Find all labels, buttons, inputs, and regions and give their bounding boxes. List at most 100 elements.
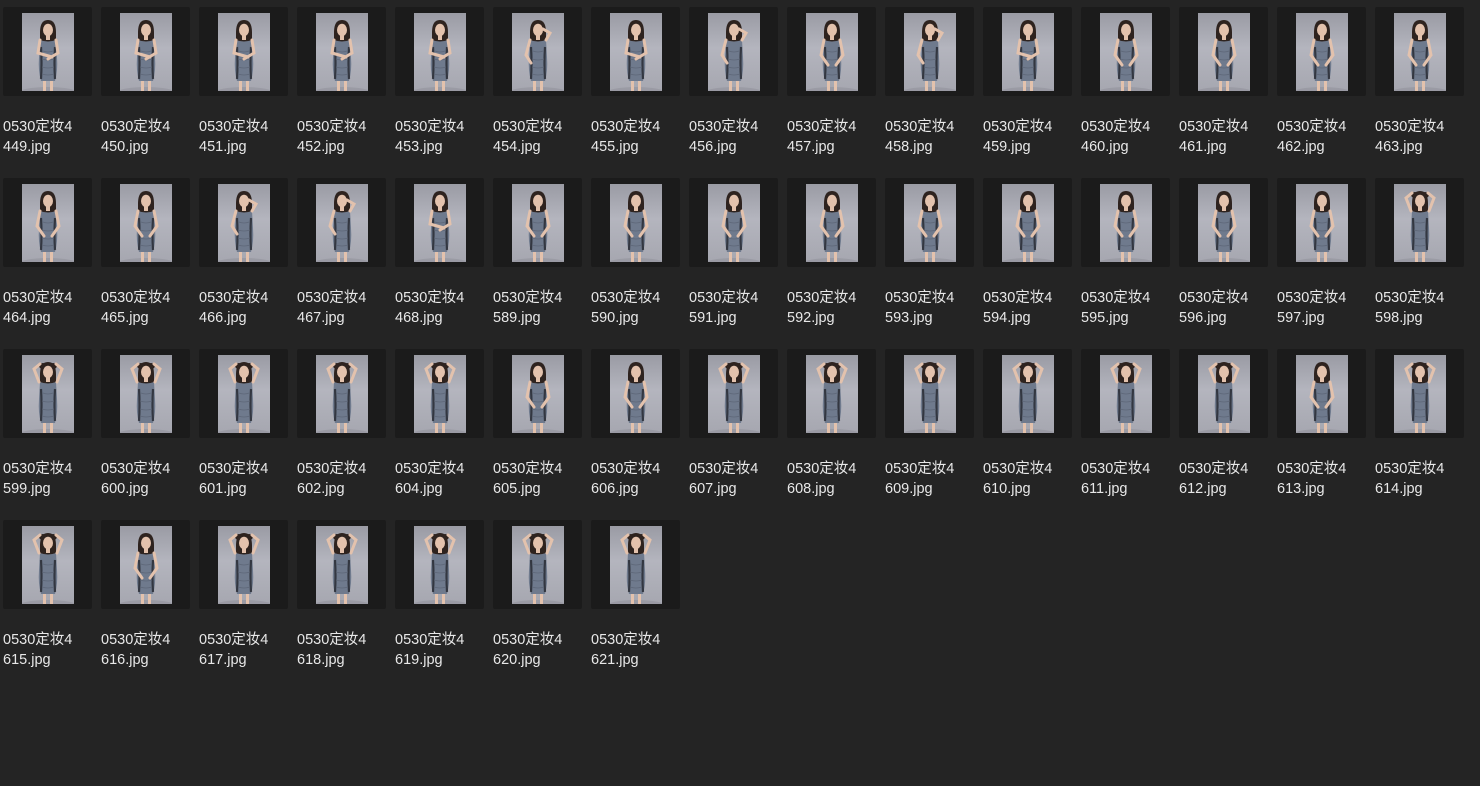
photo-thumbnail[interactable] (1295, 12, 1348, 91)
file-item[interactable]: 0530定妆4 616.jpg (101, 520, 190, 691)
file-name-label[interactable]: 0530定妆4 602.jpg (297, 460, 389, 499)
photo-thumbnail[interactable] (315, 354, 368, 433)
file-name-label[interactable]: 0530定妆4 464.jpg (3, 289, 95, 328)
file-name-label[interactable]: 0530定妆4 463.jpg (1375, 118, 1467, 157)
file-name-label[interactable]: 0530定妆4 449.jpg (3, 118, 95, 157)
file-item[interactable]: 0530定妆4 606.jpg (591, 349, 680, 520)
file-name-label[interactable]: 0530定妆4 589.jpg (493, 289, 585, 328)
file-name-label[interactable]: 0530定妆4 466.jpg (199, 289, 291, 328)
file-name-label[interactable]: 0530定妆4 453.jpg (395, 118, 487, 157)
file-name-label[interactable]: 0530定妆4 619.jpg (395, 631, 487, 670)
file-name-label[interactable]: 0530定妆4 459.jpg (983, 118, 1075, 157)
file-name-label[interactable]: 0530定妆4 592.jpg (787, 289, 879, 328)
file-thumbnail-frame[interactable] (101, 7, 190, 96)
file-thumbnail-frame[interactable] (199, 7, 288, 96)
file-thumbnail-frame[interactable] (1375, 349, 1464, 438)
file-name-label[interactable]: 0530定妆4 609.jpg (885, 460, 977, 499)
file-item[interactable]: 0530定妆4 611.jpg (1081, 349, 1170, 520)
file-thumbnail-frame[interactable] (689, 349, 778, 438)
file-thumbnail-frame[interactable] (3, 7, 92, 96)
file-item[interactable]: 0530定妆4 457.jpg (787, 7, 876, 178)
file-item[interactable]: 0530定妆4 466.jpg (199, 178, 288, 349)
photo-thumbnail[interactable] (217, 12, 270, 91)
file-thumbnail-frame[interactable] (493, 520, 582, 609)
photo-thumbnail[interactable] (805, 12, 858, 91)
file-thumbnail-frame[interactable] (297, 520, 386, 609)
photo-thumbnail[interactable] (1197, 183, 1250, 262)
file-thumbnail-frame[interactable] (787, 349, 876, 438)
file-thumbnail-frame[interactable] (787, 7, 876, 96)
photo-thumbnail[interactable] (119, 354, 172, 433)
photo-thumbnail[interactable] (511, 525, 564, 604)
file-thumbnail-frame[interactable] (3, 520, 92, 609)
file-item[interactable]: 0530定妆4 617.jpg (199, 520, 288, 691)
file-name-label[interactable]: 0530定妆4 621.jpg (591, 631, 683, 670)
photo-thumbnail[interactable] (511, 354, 564, 433)
file-item[interactable]: 0530定妆4 612.jpg (1179, 349, 1268, 520)
photo-thumbnail[interactable] (21, 183, 74, 262)
file-thumbnail-frame[interactable] (395, 178, 484, 267)
file-name-label[interactable]: 0530定妆4 590.jpg (591, 289, 683, 328)
file-item[interactable]: 0530定妆4 589.jpg (493, 178, 582, 349)
file-name-label[interactable]: 0530定妆4 604.jpg (395, 460, 487, 499)
file-name-label[interactable]: 0530定妆4 597.jpg (1277, 289, 1369, 328)
photo-thumbnail[interactable] (1393, 183, 1446, 262)
file-item[interactable]: 0530定妆4 598.jpg (1375, 178, 1464, 349)
photo-thumbnail[interactable] (903, 183, 956, 262)
file-thumbnail-frame[interactable] (1277, 349, 1366, 438)
file-item[interactable]: 0530定妆4 460.jpg (1081, 7, 1170, 178)
file-thumbnail-frame[interactable] (591, 349, 680, 438)
photo-thumbnail[interactable] (413, 354, 466, 433)
photo-thumbnail[interactable] (119, 525, 172, 604)
file-thumbnail-frame[interactable] (1081, 349, 1170, 438)
file-item[interactable]: 0530定妆4 614.jpg (1375, 349, 1464, 520)
file-thumbnail-frame[interactable] (1375, 7, 1464, 96)
file-thumbnail-frame[interactable] (1179, 178, 1268, 267)
file-thumbnail-frame[interactable] (101, 349, 190, 438)
file-item[interactable]: 0530定妆4 601.jpg (199, 349, 288, 520)
file-name-label[interactable]: 0530定妆4 620.jpg (493, 631, 585, 670)
file-name-label[interactable]: 0530定妆4 608.jpg (787, 460, 879, 499)
file-thumbnail-frame[interactable] (1179, 7, 1268, 96)
file-item[interactable]: 0530定妆4 453.jpg (395, 7, 484, 178)
file-name-label[interactable]: 0530定妆4 454.jpg (493, 118, 585, 157)
photo-thumbnail[interactable] (903, 12, 956, 91)
file-item[interactable]: 0530定妆4 607.jpg (689, 349, 778, 520)
file-thumbnail-frame[interactable] (787, 178, 876, 267)
file-item[interactable]: 0530定妆4 602.jpg (297, 349, 386, 520)
photo-thumbnail[interactable] (1099, 354, 1152, 433)
file-item[interactable]: 0530定妆4 468.jpg (395, 178, 484, 349)
file-name-label[interactable]: 0530定妆4 593.jpg (885, 289, 977, 328)
file-name-label[interactable]: 0530定妆4 615.jpg (3, 631, 95, 670)
photo-thumbnail[interactable] (511, 183, 564, 262)
file-name-label[interactable]: 0530定妆4 611.jpg (1081, 460, 1173, 499)
file-name-label[interactable]: 0530定妆4 607.jpg (689, 460, 781, 499)
file-item[interactable]: 0530定妆4 454.jpg (493, 7, 582, 178)
file-item[interactable]: 0530定妆4 604.jpg (395, 349, 484, 520)
file-item[interactable]: 0530定妆4 620.jpg (493, 520, 582, 691)
file-item[interactable]: 0530定妆4 596.jpg (1179, 178, 1268, 349)
file-name-label[interactable]: 0530定妆4 467.jpg (297, 289, 389, 328)
file-thumbnail-frame[interactable] (591, 520, 680, 609)
file-name-label[interactable]: 0530定妆4 613.jpg (1277, 460, 1369, 499)
file-item[interactable]: 0530定妆4 452.jpg (297, 7, 386, 178)
file-thumbnail-frame[interactable] (3, 178, 92, 267)
file-thumbnail-frame[interactable] (885, 7, 974, 96)
file-name-label[interactable]: 0530定妆4 456.jpg (689, 118, 781, 157)
file-item[interactable]: 0530定妆4 600.jpg (101, 349, 190, 520)
photo-thumbnail[interactable] (315, 12, 368, 91)
file-thumbnail-frame[interactable] (3, 349, 92, 438)
file-name-label[interactable]: 0530定妆4 599.jpg (3, 460, 95, 499)
file-item[interactable]: 0530定妆4 465.jpg (101, 178, 190, 349)
photo-thumbnail[interactable] (805, 183, 858, 262)
photo-thumbnail[interactable] (119, 183, 172, 262)
file-item[interactable]: 0530定妆4 456.jpg (689, 7, 778, 178)
file-item[interactable]: 0530定妆4 613.jpg (1277, 349, 1366, 520)
file-item[interactable]: 0530定妆4 591.jpg (689, 178, 778, 349)
file-thumbnail-frame[interactable] (591, 7, 680, 96)
photo-thumbnail[interactable] (707, 354, 760, 433)
file-thumbnail-frame[interactable] (493, 178, 582, 267)
file-thumbnail-frame[interactable] (199, 349, 288, 438)
file-item[interactable]: 0530定妆4 605.jpg (493, 349, 582, 520)
file-item[interactable]: 0530定妆4 595.jpg (1081, 178, 1170, 349)
